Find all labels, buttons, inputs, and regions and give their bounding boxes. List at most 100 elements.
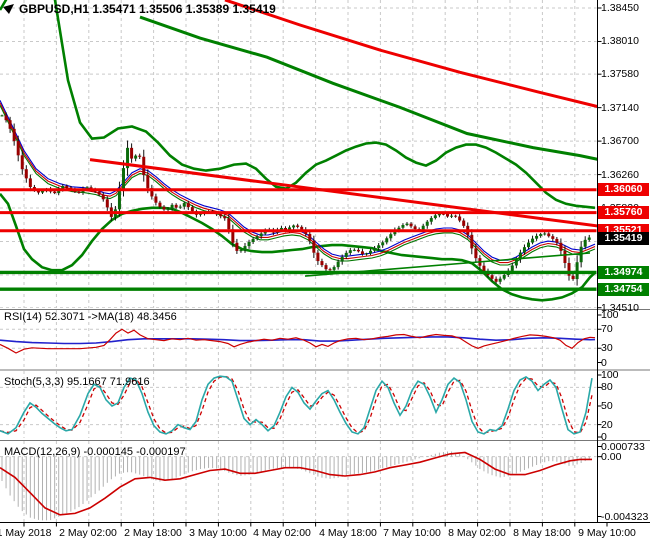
candle-body bbox=[158, 202, 162, 207]
price-tick-label: 1.36260 bbox=[601, 168, 639, 181]
time-axis-label: 2 May 02:00 bbox=[59, 527, 117, 539]
candle-body bbox=[235, 242, 239, 251]
candle-body bbox=[389, 234, 393, 239]
candle-body bbox=[101, 194, 105, 200]
candle-body bbox=[535, 235, 539, 239]
candle-body bbox=[292, 225, 296, 228]
candle-body bbox=[547, 233, 551, 237]
candle-body bbox=[227, 218, 231, 230]
candle-body bbox=[365, 253, 368, 255]
price-badge[interactable]: 1.36060 bbox=[598, 183, 649, 197]
candle-body bbox=[186, 203, 190, 208]
candle-body bbox=[0, 115, 4, 117]
candle-body bbox=[340, 256, 344, 262]
time-axis-label: 3 May 10:00 bbox=[189, 527, 247, 539]
candle-body bbox=[381, 242, 385, 246]
price-badge[interactable]: 1.34974 bbox=[598, 265, 649, 279]
candle-body bbox=[134, 155, 138, 159]
candle-body bbox=[332, 267, 336, 270]
main-pane-group bbox=[0, 0, 597, 308]
chart-canvas[interactable] bbox=[0, 0, 650, 550]
price-tick-label: 1.38010 bbox=[601, 35, 639, 48]
symbol-ohlc-label: GBPUSD,H1 1.35471 1.35506 1.35389 1.3541… bbox=[19, 2, 276, 16]
rsi-tick-label: 0 bbox=[601, 356, 607, 369]
candle-body bbox=[587, 237, 591, 240]
time-axis-label: 8 May 02:00 bbox=[448, 527, 506, 539]
price-badge[interactable]: 1.34754 bbox=[598, 282, 649, 296]
candle-body bbox=[369, 250, 373, 254]
candle-body bbox=[336, 261, 340, 268]
candle-body bbox=[28, 178, 32, 188]
candle-body bbox=[24, 169, 28, 179]
candle-body bbox=[502, 275, 506, 279]
candle-body bbox=[65, 185, 69, 188]
candle-body bbox=[77, 191, 81, 193]
candle-body bbox=[219, 214, 223, 217]
stoch-tick-label: 100 bbox=[601, 369, 619, 381]
candle-body bbox=[312, 240, 316, 253]
candle-body bbox=[539, 234, 543, 236]
candle-body bbox=[429, 218, 433, 222]
candle-body bbox=[170, 204, 174, 209]
candle-body bbox=[122, 168, 125, 190]
price-tick-label: 1.37140 bbox=[601, 101, 639, 114]
candle-body bbox=[450, 215, 454, 217]
stoch-tick-label: 80 bbox=[601, 381, 613, 394]
candle-body bbox=[20, 155, 24, 170]
candle-body bbox=[105, 199, 109, 208]
candle-body bbox=[8, 120, 12, 129]
candle-body bbox=[243, 246, 247, 251]
candle-body bbox=[555, 238, 559, 243]
candle-body bbox=[482, 265, 486, 272]
candle-body bbox=[300, 226, 304, 230]
price-badge[interactable]: 1.35419 bbox=[598, 232, 649, 246]
candle-body bbox=[344, 252, 348, 257]
candle-body bbox=[498, 278, 502, 282]
macd-tick-label: -0.004323 bbox=[601, 510, 649, 523]
candle-body bbox=[575, 262, 579, 280]
rsi-tick-label: 100 bbox=[601, 309, 619, 321]
candle-body bbox=[571, 275, 575, 280]
candle-body bbox=[470, 234, 474, 249]
candle-body bbox=[454, 215, 458, 217]
candle-body bbox=[174, 204, 178, 208]
candle-body bbox=[514, 259, 518, 266]
candle-body bbox=[16, 141, 20, 156]
price-badge[interactable]: 1.35760 bbox=[598, 206, 649, 220]
candle-body bbox=[182, 203, 186, 207]
candle-body bbox=[146, 175, 150, 189]
candle-body bbox=[446, 213, 449, 217]
price-tick-label: 1.38450 bbox=[601, 2, 639, 14]
candle-body bbox=[563, 250, 567, 263]
macd-label: MACD(12,26,9) -0.000145 -0.000197 bbox=[4, 446, 186, 458]
candle-body bbox=[551, 236, 555, 239]
candle-body bbox=[433, 215, 437, 219]
stoch-label: Stoch(5,3,3) 95.1667 71.9616 bbox=[4, 376, 150, 388]
price-tick-label: 1.36700 bbox=[601, 135, 639, 148]
candle-body bbox=[12, 128, 16, 142]
candle-body bbox=[247, 242, 251, 247]
candle-body bbox=[494, 278, 498, 282]
candle-body bbox=[401, 225, 405, 228]
candle-body bbox=[377, 245, 381, 249]
candle-body bbox=[522, 247, 526, 253]
time-axis-label: 7 May 10:00 bbox=[383, 527, 441, 539]
time-axis-label: 2 May 18:00 bbox=[124, 527, 182, 539]
candle-body bbox=[316, 252, 320, 262]
time-axis-label: 4 May 18:00 bbox=[319, 527, 377, 539]
candle-body bbox=[296, 225, 300, 227]
candle-body bbox=[474, 248, 478, 259]
candle-body bbox=[251, 238, 255, 243]
candle-body bbox=[409, 223, 413, 227]
candle-body bbox=[421, 225, 425, 230]
candle-body bbox=[583, 239, 587, 247]
macd-histogram bbox=[1, 451, 590, 521]
stoch-tick-label: 20 bbox=[601, 418, 613, 431]
candle-body bbox=[308, 233, 312, 241]
candle-body bbox=[190, 207, 194, 212]
candle-body bbox=[178, 206, 182, 208]
candle-body bbox=[405, 223, 409, 226]
price-tick-label: 1.37580 bbox=[601, 68, 639, 81]
candle-body bbox=[348, 250, 352, 253]
time-axis-label: 1 May 2018 bbox=[0, 527, 52, 539]
